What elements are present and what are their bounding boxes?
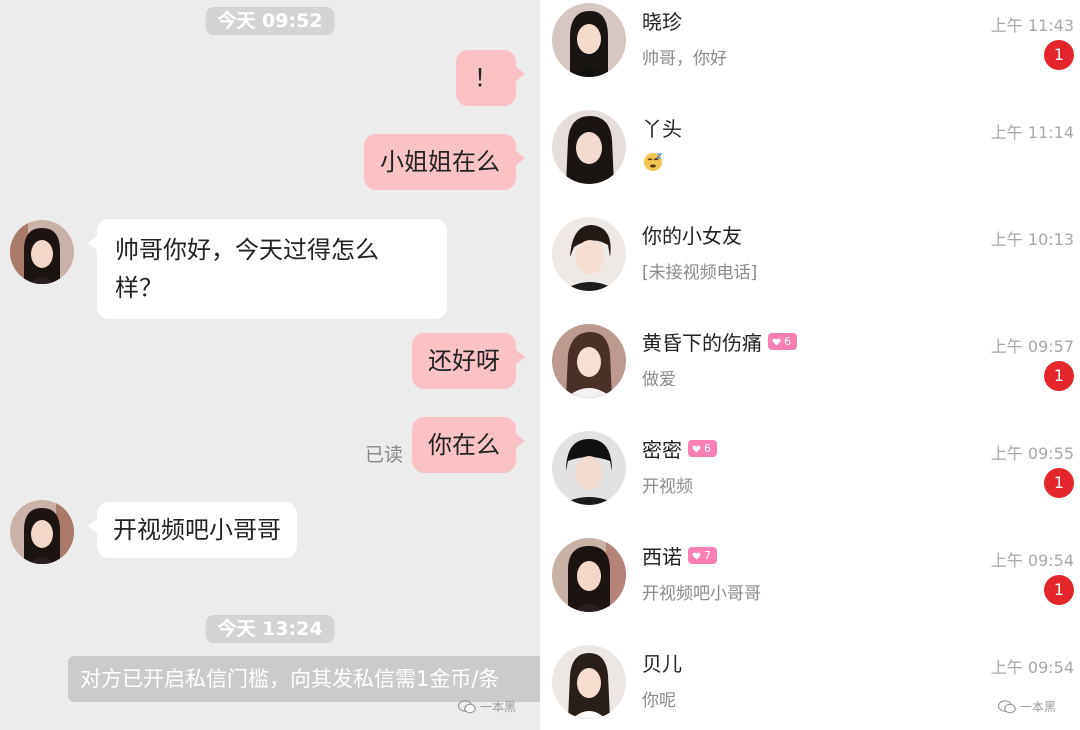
level-badge: 6 — [688, 440, 717, 457]
contact-avatar[interactable] — [552, 538, 626, 612]
level-number: 6 — [704, 442, 711, 455]
message-time: 上午 09:57 — [990, 337, 1074, 356]
contact-name: 黄昏下的伤痛 6 — [642, 327, 797, 356]
contact-avatar[interactable] — [10, 500, 74, 564]
chat-panel: 今天 09:52 ！ 小姐姐在么 帅哥你好，今天过得怎么 样？ 还好呀 已读 你… — [0, 0, 540, 730]
contact-name: 贝儿 — [642, 648, 682, 677]
message-bubble-outgoing[interactable]: 你在么 — [412, 417, 525, 473]
message-text: 样？ — [115, 274, 163, 302]
chat-timestamp: 今天 13:24 — [205, 615, 335, 643]
contact-avatar[interactable] — [552, 217, 626, 291]
message-bubble-outgoing[interactable]: 小姐姐在么 — [364, 134, 525, 190]
unread-badge: 1 — [1044, 40, 1074, 70]
level-number: 7 — [704, 549, 711, 562]
watermark-text: 一本黑 — [480, 700, 517, 714]
unread-badge: 1 — [1044, 575, 1074, 605]
watermark: 一本黑 — [998, 698, 1056, 715]
contact-avatar[interactable] — [552, 645, 626, 719]
message-preview: 帅哥，你好 — [642, 49, 727, 69]
contact-name-text: 贝儿 — [642, 652, 682, 676]
chat-timestamp: 今天 09:52 — [205, 7, 335, 35]
contact-name-text: 西诺 — [642, 545, 682, 569]
heart-icon — [692, 445, 701, 452]
wechat-icon — [458, 699, 476, 713]
heart-icon — [692, 552, 701, 559]
message-bubble-incoming[interactable]: 帅哥你好，今天过得怎么 样？ — [88, 219, 447, 319]
message-preview: 开视频 — [642, 477, 693, 497]
contact-name: 丫头 — [642, 113, 682, 142]
system-notice: 对方已开启私信门槛，向其发私信需1金币/条 — [68, 656, 540, 702]
contact-avatar[interactable] — [552, 324, 626, 398]
conversation-item[interactable]: 密密 6 开视频 上午 09:55 1 — [546, 428, 1080, 535]
sleepy-emoji-icon — [644, 153, 663, 171]
conversation-item[interactable]: 黄昏下的伤痛 6 做爱 上午 09:57 1 — [546, 321, 1080, 428]
conversation-item[interactable]: 你的小女友 [未接视频电话] 上午 10:13 — [546, 214, 1080, 321]
contact-avatar[interactable] — [552, 110, 626, 184]
level-badge: 6 — [768, 333, 797, 350]
message-time: 上午 09:54 — [990, 658, 1074, 677]
message-bubble-incoming[interactable]: 开视频吧小哥哥 — [88, 502, 297, 558]
contact-name: 你的小女友 — [642, 220, 742, 249]
contact-name: 密密 6 — [642, 434, 717, 463]
message-preview: 开视频吧小哥哥 — [642, 584, 761, 604]
conversation-item[interactable]: 西诺 7 开视频吧小哥哥 上午 09:54 1 — [546, 535, 1080, 642]
contact-name-text: 丫头 — [642, 117, 682, 141]
conversation-item[interactable]: 丫头 上午 11:14 — [546, 107, 1080, 214]
message-preview: 做爱 — [642, 370, 676, 390]
contact-name-text: 晓珍 — [642, 10, 682, 34]
message-text: 帅哥你好，今天过得怎么 — [115, 236, 379, 264]
unread-badge: 1 — [1044, 361, 1074, 391]
contact-name: 西诺 7 — [642, 541, 717, 570]
contact-name: 晓珍 — [642, 6, 682, 35]
message-preview — [642, 151, 664, 173]
unread-badge: 1 — [1044, 468, 1074, 498]
read-status: 已读 — [365, 444, 404, 466]
message-preview: 你呢 — [642, 691, 676, 711]
contact-name-text: 你的小女友 — [642, 224, 742, 248]
conversation-item[interactable]: 晓珍 帅哥，你好 上午 11:43 1 — [546, 0, 1080, 107]
message-bubble-outgoing[interactable]: 还好呀 — [412, 333, 525, 389]
contact-name-text: 密密 — [642, 438, 682, 462]
wechat-icon — [998, 699, 1016, 713]
watermark-text: 一本黑 — [1020, 700, 1057, 714]
conversation-item[interactable]: 贝儿 你呢 上午 09:54 — [546, 642, 1080, 730]
message-bubble-outgoing[interactable]: ！ — [456, 50, 525, 106]
contact-name-text: 黄昏下的伤痛 — [642, 331, 762, 355]
contact-avatar[interactable] — [10, 220, 74, 284]
contact-avatar[interactable] — [552, 431, 626, 505]
watermark: 一本黑 — [458, 698, 516, 715]
message-time: 上午 09:55 — [990, 444, 1074, 463]
message-time: 上午 11:14 — [990, 123, 1074, 142]
message-time: 上午 10:13 — [990, 230, 1074, 249]
level-number: 6 — [784, 335, 791, 348]
message-time: 上午 11:43 — [990, 16, 1074, 35]
message-preview: [未接视频电话] — [642, 263, 758, 283]
level-badge: 7 — [688, 547, 717, 564]
conversation-list: 晓珍 帅哥，你好 上午 11:43 1 丫头 上午 11:14 你的小女友 [未… — [546, 0, 1080, 730]
heart-icon — [772, 338, 781, 345]
contact-avatar[interactable] — [552, 3, 626, 77]
message-time: 上午 09:54 — [990, 551, 1074, 570]
